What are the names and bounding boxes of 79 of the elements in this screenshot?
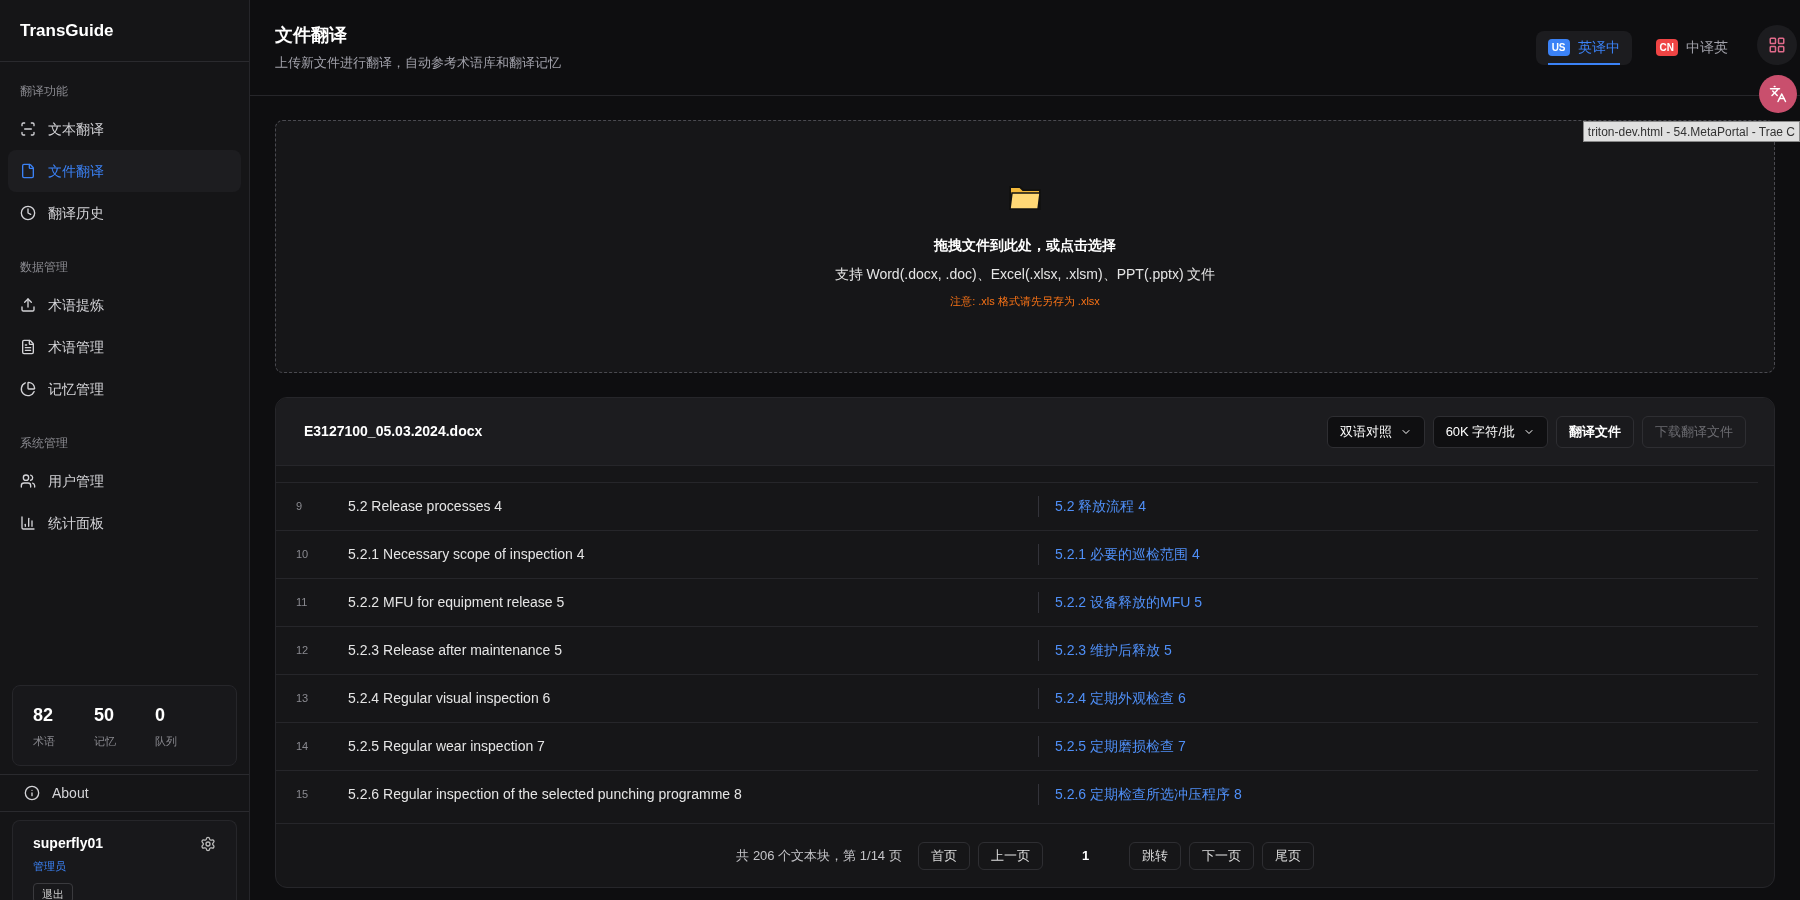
about-link[interactable]: About [0,774,249,812]
file-icon [20,163,36,179]
batch-dropdown[interactable]: 60K 字符/批 [1432,415,1548,448]
source-text: 5.2.1 Necessary scope of inspection 4 [348,545,586,564]
scan-icon [20,121,36,137]
section-title: 翻译功能 [19,83,69,100]
document-icon [20,339,36,355]
prev-page-button[interactable]: 上一页 [977,841,1043,870]
page-input[interactable]: 1 [1050,841,1121,870]
target-text[interactable]: 5.2.1 必要的巡检范围 4 [1038,544,1758,565]
sidebar-item[interactable]: 术语管理 [8,326,241,368]
flag-badge: CN [1655,39,1678,56]
sidebar-item[interactable]: 翻译历史 [8,192,241,234]
target-text[interactable]: 5.2.5 定期磨损检查 7 [1038,736,1758,757]
info-icon [24,785,40,801]
sidebar-item[interactable]: 文本翻译 [8,108,241,150]
settings-icon[interactable] [200,835,216,852]
target-text[interactable]: 5.2.3 维护后释放 5 [1038,640,1758,661]
next-page-button[interactable]: 下一页 [1188,841,1254,870]
stat-label: 队列 [155,733,178,749]
sidebar-item[interactable]: 术语提炼 [8,284,241,326]
upload-icon [20,297,36,313]
row-number: 11 [295,595,309,611]
source-text: 5.2.5 Regular wear inspection 7 [348,737,546,756]
logout-button[interactable]: 退出 [33,882,73,900]
row-number: 15 [295,787,310,803]
translate-button[interactable]: 翻译文件 [1556,415,1634,448]
stat-label: 术语 [33,733,56,749]
page-subtitle: 上传新文件进行翻译，自动参考术语库和翻译记忆 [275,54,561,73]
clock-icon [20,205,36,221]
source-text: 5.2.6 Regular inspection of the selected punching programme 8 [348,785,743,804]
user-role: 管理员 [33,859,67,874]
sidebar-item[interactable]: 用户管理 [8,460,241,502]
user-name: superfly01 [33,834,104,853]
upload-formats: 支持 Word(.docx, .doc)、Excel(.xlsx, .xlsm)、PPT(.pptx) 文件 [834,265,1216,285]
direction-tab[interactable]: US 英译中 [1535,30,1632,65]
tooltip: triton-dev.html - 54.MetaPortal - Trae C [1582,121,1800,142]
sidebar-item[interactable]: 文件翻译 [8,150,241,192]
sidebar-item[interactable]: 统计面板 [8,502,241,544]
last-page-button[interactable]: 尾页 [1261,841,1314,870]
row-number: 13 [295,691,310,707]
first-page-button[interactable]: 首页 [917,841,970,870]
grid-icon [1768,36,1786,54]
target-text[interactable]: 5.2.2 设备释放的MFU 5 [1038,592,1758,613]
source-text: 5.2.4 Regular visual inspection 6 [348,689,552,708]
pagination-summary: 共 206 个文本块，第 1/14 页 [736,846,902,865]
stat-label: 记忆 [94,733,117,749]
upload-note: 注意: .xls 格式请先另存为 .xlsx [950,294,1100,310]
section-title: 数据管理 [19,259,69,276]
source-text: 5.2 Release processes 4 [348,497,504,516]
target-text[interactable]: 5.2.4 定期外观检查 6 [1038,688,1758,709]
sidebar-item[interactable]: 记忆管理 [8,368,241,410]
stat-value: 50 [94,703,116,727]
target-text[interactable]: 5.2 释放流程 4 [1038,496,1758,517]
app-logo: TransGuide [20,19,114,42]
row-number: 12 [295,643,310,659]
page-title: 文件翻译 [275,24,348,48]
row-number: 14 [295,739,310,755]
translate-icon [1769,85,1787,103]
go-button[interactable]: 跳转 [1128,841,1181,870]
stat-value: 82 [33,703,55,727]
source-text: 5.2.3 Release after maintenance 5 [348,641,564,660]
apps-float-button[interactable] [1757,25,1797,65]
folder-icon [1008,183,1042,212]
users-icon [20,473,36,489]
flag-badge: US [1547,39,1570,56]
row-number: 10 [295,547,310,563]
bar-chart-icon [20,515,36,531]
section-title: 系统管理 [19,435,69,452]
mode-dropdown[interactable]: 双语对照 [1326,415,1425,448]
pie-icon [20,381,36,397]
source-text: 5.2.2 MFU for equipment release 5 [348,593,566,612]
file-name: E3127100_05.03.2024.docx [304,422,483,441]
stat-value: 0 [155,703,166,727]
upload-title: 拖拽文件到此处，或点击选择 [934,236,1116,256]
row-number: 9 [295,499,304,515]
translate-float-button[interactable] [1759,75,1797,113]
target-text[interactable]: 5.2.6 定期检查所选冲压程序 8 [1038,784,1758,805]
direction-tab[interactable]: CN 中译英 [1643,30,1740,65]
